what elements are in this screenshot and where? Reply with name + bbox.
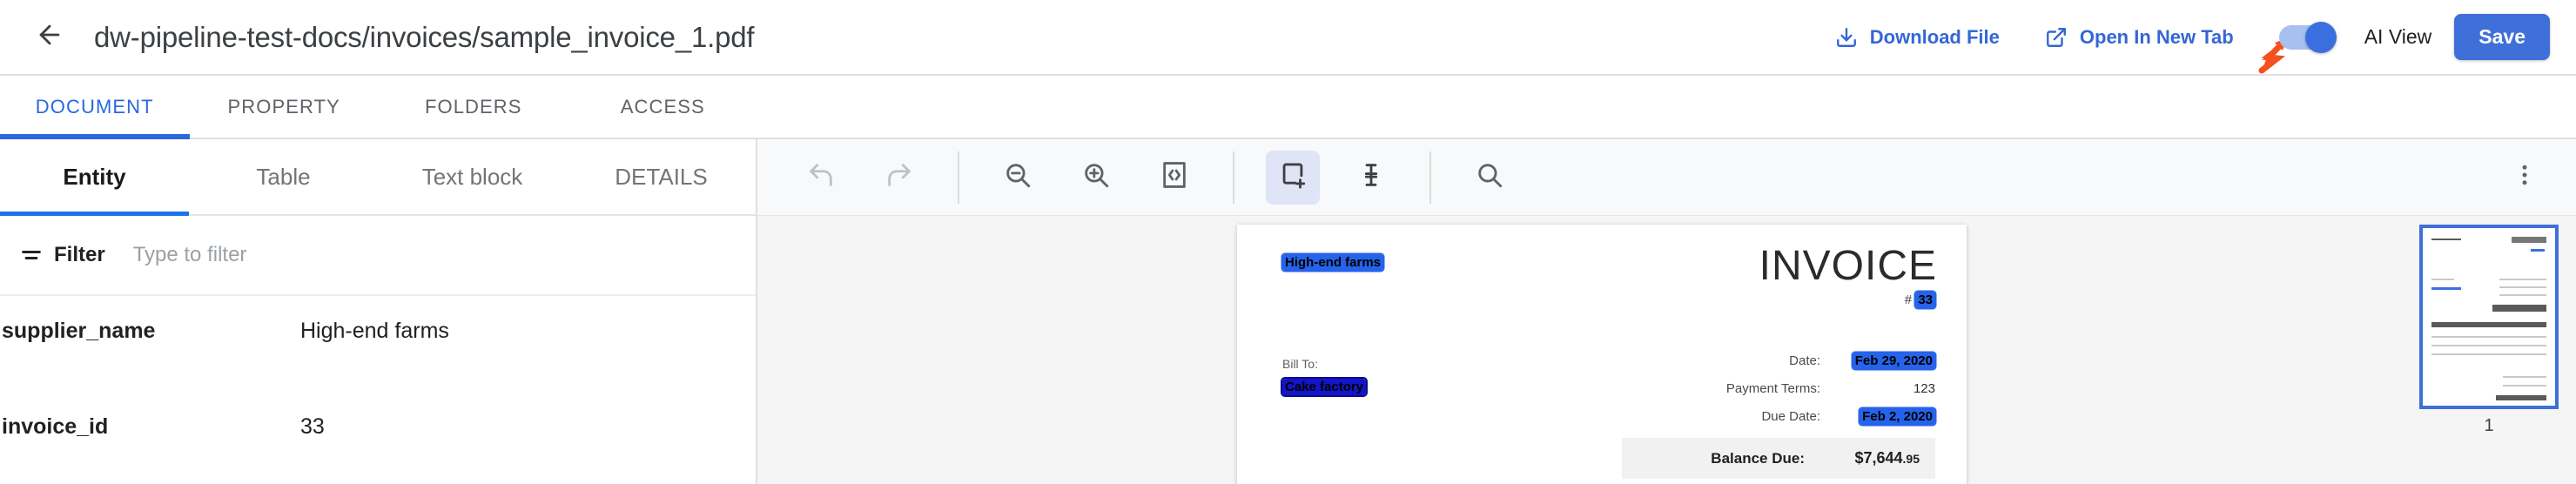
zoom-in-button[interactable] (1069, 151, 1123, 205)
entity-value: High-end farms (300, 319, 449, 343)
subtab-details[interactable]: DETAILS (567, 139, 756, 214)
add-box-button[interactable] (1266, 150, 1320, 205)
more-vertical-icon (2512, 162, 2538, 192)
sidebar-sub-tab-bar: Entity Table Text block DETAILS (0, 139, 756, 216)
balance-cents: .95 (1902, 452, 1920, 466)
balance-dollars: $7,644 (1854, 449, 1903, 467)
undo-button[interactable] (794, 151, 848, 205)
balance-due-row: Balance Due: $7,644.95 (1622, 438, 1935, 479)
entity-sidebar: Entity Table Text block DETAILS Filter s… (0, 139, 757, 484)
balance-due-value: $7,644.95 (1826, 449, 1920, 467)
zoom-in-icon (1081, 160, 1111, 194)
page-title: dw-pipeline-test-docs/invoices/sample_in… (94, 20, 755, 53)
ai-view-label: AI View (2364, 25, 2432, 48)
toggle-knob (2304, 21, 2337, 53)
toolbar-divider (1233, 151, 1234, 204)
code-view-icon (1160, 160, 1189, 194)
filter-input[interactable] (132, 243, 736, 267)
bill-to-label: Bill To: (1282, 357, 1318, 371)
invoice-page[interactable]: High-end farms INVOICE # 33 Bill To: Cak… (1237, 225, 1967, 484)
undo-icon (806, 160, 836, 194)
toolbar-divider (1429, 151, 1431, 204)
document-viewer-app: dw-pipeline-test-docs/invoices/sample_in… (0, 0, 2576, 484)
tab-document[interactable]: DOCUMENT (0, 76, 190, 139)
zoom-out-button[interactable] (991, 151, 1045, 205)
ai-view-toggle[interactable] (2278, 21, 2337, 53)
filter-bar: Filter (0, 216, 756, 296)
code-view-button[interactable] (1147, 151, 1201, 205)
arrow-left-icon (35, 20, 64, 54)
invoice-id-annotation[interactable]: 33 (1915, 292, 1935, 308)
viewer-toolbar (757, 139, 2576, 216)
save-button[interactable]: Save (2454, 14, 2550, 60)
main-tab-group: DOCUMENT PROPERTY FOLDERS ACCESS (0, 76, 758, 139)
invoice-number-row: # 33 (1904, 292, 1935, 308)
bill-to-annotation[interactable]: Cake factory (1282, 379, 1367, 395)
text-select-button[interactable] (1344, 151, 1398, 205)
subtab-table[interactable]: Table (189, 139, 378, 214)
download-file-button[interactable]: Download File (1835, 26, 2000, 49)
document-canvas[interactable]: High-end farms INVOICE # 33 Bill To: Cak… (757, 216, 2576, 484)
search-button[interactable] (1463, 151, 1517, 205)
supplier-name-annotation[interactable]: High-end farms (1282, 254, 1384, 271)
table-row: Due Date: Feb 2, 2020 (1622, 402, 1935, 430)
filter-label: Filter (54, 243, 105, 266)
invoice-number-prefix: # (1904, 292, 1913, 307)
redo-icon (884, 160, 914, 194)
text-select-icon (1356, 160, 1386, 194)
app-header: dw-pipeline-test-docs/invoices/sample_in… (0, 0, 2576, 76)
table-row: Payment Terms: 123 (1622, 374, 1935, 402)
meta-value: Feb 29, 2020 (1841, 352, 1935, 369)
thumbnail-page-1[interactable] (2419, 225, 2559, 409)
subtab-entity[interactable]: Entity (0, 139, 189, 216)
invoice-heading: INVOICE (1759, 243, 1937, 289)
balance-due-label: Balance Due: (1711, 449, 1805, 467)
subtab-text-block[interactable]: Text block (378, 139, 567, 214)
open-in-new-tab-label: Open In New Tab (2079, 25, 2234, 48)
table-row: Date: Feb 29, 2020 (1622, 346, 1935, 374)
date-annotation[interactable]: Feb 29, 2020 (1852, 352, 1935, 369)
ai-view-toggle-wrap (2258, 21, 2337, 73)
tab-access[interactable]: ACCESS (568, 76, 758, 138)
meta-value: Feb 2, 2020 (1841, 407, 1935, 425)
download-icon (1835, 26, 1858, 49)
zoom-out-icon (1003, 160, 1032, 194)
entity-key: invoice_id (2, 414, 109, 439)
tab-folders[interactable]: FOLDERS (379, 76, 568, 138)
list-item[interactable]: supplier_name High-end farms (0, 296, 756, 392)
thumbnail-page-number: 1 (2484, 416, 2494, 435)
redo-button[interactable] (872, 151, 926, 205)
thumbnail-pane: 1 (2402, 216, 2576, 484)
meta-value: 123 (1913, 380, 1935, 396)
search-icon (1475, 160, 1504, 194)
main-tab-bar: DOCUMENT PROPERTY FOLDERS ACCESS (0, 76, 2576, 139)
annotation-highlight: High-end farms (1282, 254, 1384, 271)
entity-list: supplier_name High-end farms invoice_id … (0, 296, 756, 484)
open-in-new-tab-button[interactable]: Open In New Tab (2045, 26, 2234, 49)
meta-label: Date: (1789, 353, 1820, 368)
document-viewer: High-end farms INVOICE # 33 Bill To: Cak… (757, 139, 2576, 484)
entity-key: supplier_name (2, 319, 156, 343)
add-box-icon (1278, 160, 1308, 194)
external-link-icon (2045, 26, 2068, 49)
back-button[interactable] (30, 17, 70, 57)
more-options-button[interactable] (2498, 151, 2552, 205)
body-split: Entity Table Text block DETAILS Filter s… (0, 139, 2576, 484)
entity-value: 33 (300, 414, 325, 439)
toolbar-divider (958, 151, 959, 204)
filter-icon[interactable] (19, 243, 44, 267)
invoice-meta-table: Date: Feb 29, 2020 Payment Terms: 123 Du… (1622, 346, 1935, 430)
list-item[interactable]: invoice_id 33 (0, 392, 756, 484)
meta-label: Payment Terms: (1725, 380, 1820, 396)
meta-label: Due Date: (1761, 408, 1820, 424)
annotation-highlight-selected: Cake factory (1282, 379, 1367, 395)
download-file-label: Download File (1869, 25, 2000, 48)
due-date-annotation[interactable]: Feb 2, 2020 (1860, 407, 1935, 425)
tab-property[interactable]: PROPERTY (190, 76, 380, 138)
